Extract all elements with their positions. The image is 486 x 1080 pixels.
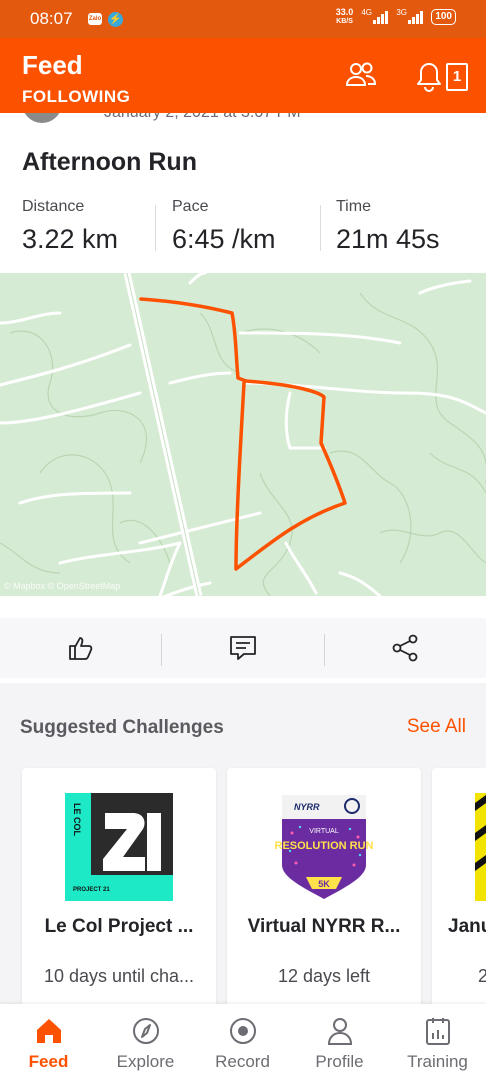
comment-icon xyxy=(230,636,256,660)
share-button[interactable] xyxy=(324,618,486,678)
5k-logo-text: 5K xyxy=(318,879,330,889)
challenge-card[interactable]: LE COL PROJECT 21 Le Col Project ... 10 … xyxy=(22,768,216,1008)
signal-icon: 4G xyxy=(361,8,389,24)
activity-title[interactable]: Afternoon Run xyxy=(22,148,197,177)
challenge-card[interactable]: NYRR VIRTUAL RESOLUTION RUN 5K Virtual N… xyxy=(227,768,421,1008)
bell-icon[interactable] xyxy=(414,60,444,92)
bolt-icon: ⚡ xyxy=(108,12,123,27)
le-col-logo-text: LE COL xyxy=(72,803,82,837)
page-title: Feed xyxy=(22,50,83,80)
nyrr-resolution-run-logo: NYRR VIRTUAL RESOLUTION RUN 5K xyxy=(275,795,374,899)
home-icon xyxy=(36,1019,61,1043)
challenge-subtitle: 2 xyxy=(478,966,486,986)
share-icon xyxy=(392,634,418,662)
comment-button[interactable] xyxy=(162,618,324,678)
record-icon xyxy=(229,1018,256,1044)
training-icon xyxy=(425,1018,450,1045)
nav-explore[interactable]: Explore xyxy=(97,1004,194,1080)
stat-pace: Pace 6:45 /km xyxy=(172,198,276,254)
zalo-icon: Zalo xyxy=(88,13,102,25)
compass-icon xyxy=(132,1018,159,1044)
map-graphic xyxy=(0,273,486,596)
nav-training[interactable]: Training xyxy=(389,1004,486,1080)
activity-date: January 2, 2021 at 3:07 PM xyxy=(104,113,301,122)
network-speed: 33.0 KB/S xyxy=(335,7,354,26)
stat-divider xyxy=(155,205,156,251)
activity-actions xyxy=(0,618,486,678)
find-friends-icon[interactable] xyxy=(344,60,378,90)
avatar[interactable] xyxy=(22,113,62,123)
battery-icon: 100 xyxy=(431,9,456,25)
thumbs-up-icon xyxy=(69,637,93,660)
feed-filter-following[interactable]: FOLLOWING xyxy=(22,87,130,107)
nyrr-logo-text: NYRR xyxy=(294,802,320,812)
app-header: Feed FOLLOWING 1 xyxy=(0,38,486,113)
activity-map[interactable]: © Mapbox © OpenStreetMap xyxy=(0,273,486,596)
stat-distance: Distance 3.22 km xyxy=(22,198,119,254)
profile-icon xyxy=(327,1018,352,1045)
see-all-link[interactable]: See All xyxy=(407,716,466,738)
challenge-name: Le Col Project ... xyxy=(44,916,194,937)
challenge-card[interactable]: Janu 2 xyxy=(432,768,486,1008)
kudos-button[interactable] xyxy=(0,618,162,678)
activity-card[interactable]: January 2, 2021 at 3:07 PM Afternoon Run… xyxy=(0,113,486,683)
challenge-logo xyxy=(475,793,486,901)
project21-logo-text: PROJECT 21 xyxy=(73,887,110,893)
suggested-challenges-heading: Suggested Challenges xyxy=(20,717,224,738)
bottom-nav: Feed Explore Record Profile Training xyxy=(0,1004,486,1080)
signal-icon: 3G xyxy=(396,8,424,24)
challenge-name: Janu xyxy=(448,916,486,937)
status-time: 08:07 xyxy=(30,9,73,28)
status-indicators: 33.0 KB/S 4G 3G 100 xyxy=(336,8,456,26)
stat-divider xyxy=(320,205,321,251)
le-col-logo: LE COL PROJECT 21 xyxy=(65,793,173,901)
map-attribution: © Mapbox © OpenStreetMap xyxy=(4,581,121,591)
status-bar: 08:07 Zalo ⚡ 33.0 KB/S 4G 3G 100 xyxy=(0,0,486,38)
challenge-subtitle: 12 days left xyxy=(277,966,371,986)
challenge-subtitle: 10 days until cha... xyxy=(43,966,195,986)
activity-meta: January 2, 2021 at 3:07 PM xyxy=(0,113,486,123)
challenge-name: Virtual NYRR R... xyxy=(247,916,401,937)
nav-feed[interactable]: Feed xyxy=(0,1004,97,1080)
stat-time: Time 21m 45s xyxy=(336,198,440,254)
virtual-logo-text: VIRTUAL xyxy=(309,828,339,835)
nav-profile[interactable]: Profile xyxy=(291,1004,388,1080)
notification-count-badge[interactable]: 1 xyxy=(446,63,468,91)
nav-record[interactable]: Record xyxy=(194,1004,291,1080)
